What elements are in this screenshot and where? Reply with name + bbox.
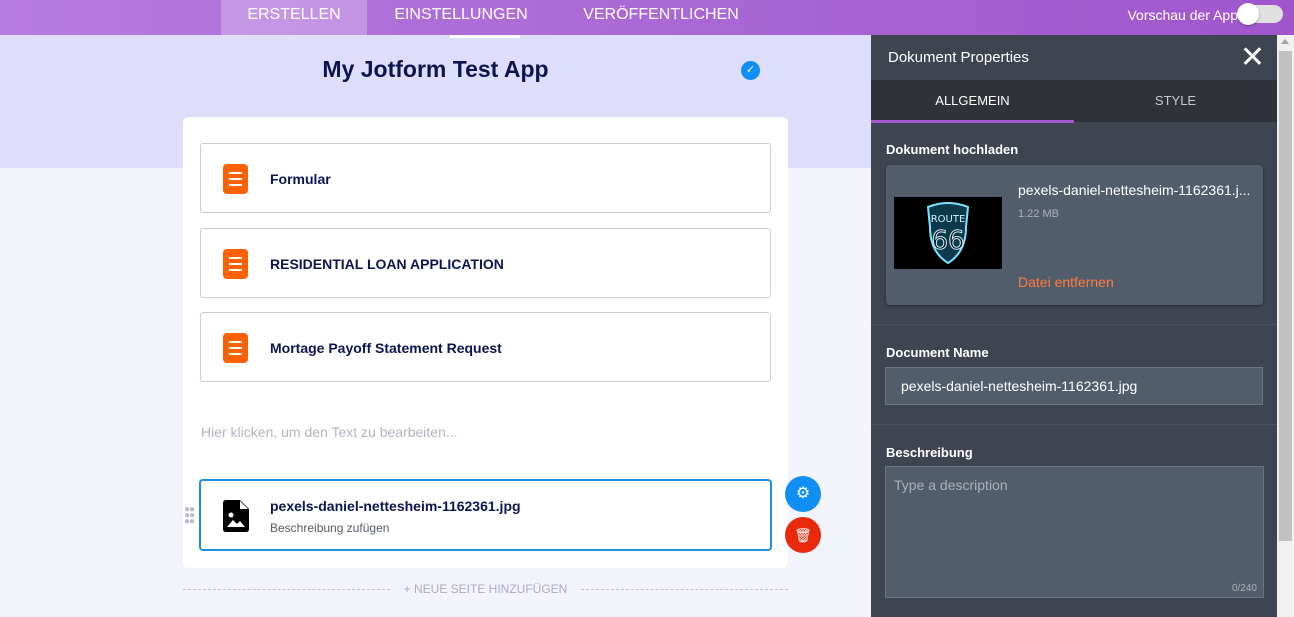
properties-panel: Dokument Properties ✕ ALLGEMEIN STYLE Do… [871,35,1277,617]
description-textarea[interactable]: Type a description 0/240 [885,466,1264,598]
panel-tabs: ALLGEMEIN STYLE [871,80,1277,123]
tab-einstellungen[interactable]: EINSTELLUNGEN [380,0,542,35]
tab-allgemein[interactable]: ALLGEMEIN [871,80,1074,122]
description-placeholder: Type a description [894,477,1008,493]
trash-icon: 🗑 [794,527,812,543]
divider [871,424,1277,425]
list-item-loan-application[interactable]: RESIDENTIAL LOAN APPLICATION [200,228,771,298]
tab-erstellen[interactable]: ERSTELLEN [221,0,367,35]
scrollbar[interactable] [1277,35,1294,617]
tab-style[interactable]: STYLE [1074,80,1277,122]
document-name-label: Document Name [886,345,989,360]
panel-title: Dokument Properties [888,49,1029,66]
drag-handle-icon[interactable]: ●● ●● ●● [184,505,195,527]
remove-file-link[interactable]: Datei entfernen [1018,274,1114,290]
scroll-up-icon[interactable] [1281,39,1289,44]
char-count: 0/240 [1231,583,1257,594]
close-icon[interactable]: ✕ [1240,40,1265,75]
upload-label: Dokument hochladen [886,142,1019,157]
description-label: Beschreibung [886,445,973,460]
item-label: Mortage Payoff Statement Request [270,340,502,356]
file-size: 1.22 MB [1018,208,1059,220]
svg-text:66: 66 [931,226,964,256]
uploaded-file-card: ROUTE 66 pexels-daniel-nettesheim-116236… [886,165,1263,305]
document-name: pexels-daniel-nettesheim-1162361.jpg [270,498,521,514]
delete-button[interactable]: 🗑 [785,517,821,553]
document-name-input[interactable]: pexels-daniel-nettesheim-1162361.jpg [885,367,1263,405]
preview-label: Vorschau der App [1127,7,1238,23]
svg-text:ROUTE: ROUTE [931,214,966,225]
divider [871,324,1277,325]
tab-veroeffentlichen[interactable]: VERÖFFENTLICHEN [570,0,752,35]
form-icon [223,164,248,194]
list-item-payoff-request[interactable]: Mortage Payoff Statement Request [200,312,771,382]
route66-image: ROUTE 66 [926,202,970,265]
text-placeholder[interactable]: Hier klicken, um den Text zu bearbeiten.… [201,424,458,440]
form-icon [223,249,248,279]
form-icon [223,333,248,363]
item-label: RESIDENTIAL LOAN APPLICATION [270,256,504,272]
page-card: Formular RESIDENTIAL LOAN APPLICATION Mo… [183,117,788,568]
gear-icon: ⚙ [795,485,811,502]
top-nav: ERSTELLEN EINSTELLUNGEN VERÖFFENTLICHEN … [0,0,1294,35]
add-page-label[interactable]: + NEUE SEITE HINZUFÜGEN [404,582,568,596]
file-thumbnail: ROUTE 66 [894,197,1002,269]
add-description[interactable]: Beschreibung zufügen [270,521,389,535]
selected-document-item[interactable]: pexels-daniel-nettesheim-1162361.jpg Bes… [199,479,772,551]
scrollbar-thumb[interactable] [1279,51,1292,541]
image-file-icon [223,500,249,532]
verified-check-icon: ✓ [741,61,760,80]
settings-button[interactable]: ⚙ [785,476,821,512]
add-page-button[interactable]: + NEUE SEITE HINZUFÜGEN [183,582,788,596]
file-name: pexels-daniel-nettesheim-1162361.j... [1018,182,1251,198]
item-label: Formular [270,171,331,187]
preview-toggle[interactable] [1237,3,1283,25]
tab-indicator [871,120,1074,123]
list-item-formular[interactable]: Formular [200,143,771,213]
tab-indicator [450,35,520,38]
